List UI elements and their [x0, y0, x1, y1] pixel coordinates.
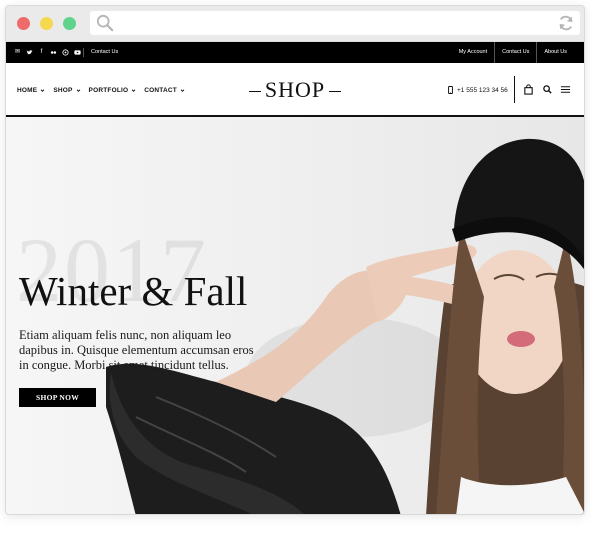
phone-icon: [448, 86, 453, 94]
phone-number[interactable]: +1 555 123 34 56: [448, 63, 508, 117]
hero-title: Winter & Fall: [19, 268, 248, 314]
header-divider: [514, 76, 515, 103]
hero-banner: 2017 Winter & Fall Etiam aliquam felis n…: [6, 117, 584, 514]
shop-now-button[interactable]: SHOP NOW: [19, 388, 96, 407]
search-icon[interactable]: [542, 84, 553, 95]
address-bar[interactable]: [90, 11, 580, 35]
hero-model-image: [106, 138, 584, 514]
browser-window: ✉ f Contact Us My Account Contact Us Abo…: [5, 5, 585, 515]
logo-text: SHOP: [264, 77, 326, 102]
mail-icon[interactable]: ✉: [14, 49, 21, 56]
maximize-window-button[interactable]: [63, 17, 76, 30]
logo-line-right: [329, 91, 342, 93]
contact-us-link[interactable]: Contact Us: [494, 42, 536, 63]
top-contact-link[interactable]: Contact Us: [91, 42, 118, 63]
youtube-icon[interactable]: [74, 49, 81, 56]
social-links: ✉ f: [14, 42, 81, 63]
dribbble-icon[interactable]: [62, 49, 69, 56]
shopping-bag-icon[interactable]: [523, 84, 534, 95]
about-us-link[interactable]: About Us: [536, 42, 574, 63]
facebook-icon[interactable]: f: [38, 49, 45, 56]
divider: [83, 48, 84, 57]
account-links: My Account Contact Us About Us: [452, 42, 574, 63]
close-window-button[interactable]: [17, 17, 30, 30]
twitter-icon[interactable]: [26, 49, 33, 56]
minimize-window-button[interactable]: [40, 17, 53, 30]
logo-line-left: [248, 91, 261, 93]
top-bar: ✉ f Contact Us My Account Contact Us Abo…: [6, 42, 584, 63]
browser-toolbar: [6, 6, 584, 42]
site-header: HOME SHOP PORTFOLIO CONTACT SHOP +1 555 …: [6, 63, 584, 117]
reload-icon[interactable]: [557, 14, 575, 32]
my-account-link[interactable]: My Account: [452, 42, 494, 63]
hero-description: Etiam aliquam felis nunc, non aliquam le…: [19, 328, 254, 372]
hamburger-menu-icon[interactable]: [560, 84, 571, 95]
flickr-icon[interactable]: [50, 49, 57, 56]
search-icon: [96, 14, 114, 32]
phone-text: +1 555 123 34 56: [457, 86, 508, 94]
